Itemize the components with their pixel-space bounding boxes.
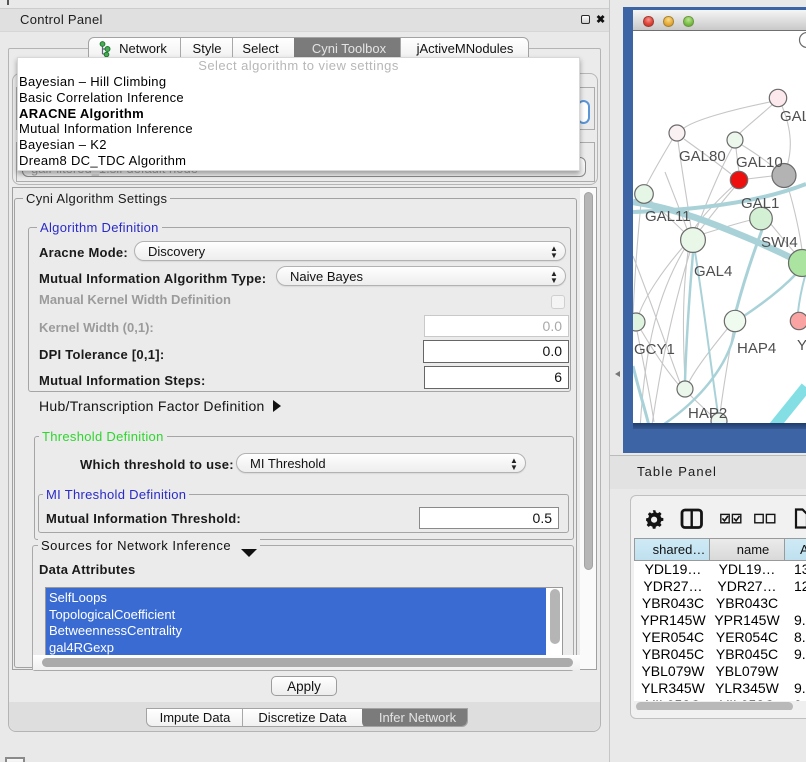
svg-text:GAL7: GAL7 [780,108,806,125]
svg-text:HAP4: HAP4 [737,340,776,357]
svg-text:SWI4: SWI4 [761,234,798,251]
svg-text:GAL11: GAL11 [645,208,691,225]
svg-text:GAL10: GAL10 [736,154,783,171]
svg-text:GAL4: GAL4 [694,263,732,280]
svg-text:GCY1: GCY1 [634,341,675,358]
svg-text:GAL1: GAL1 [741,195,779,212]
svg-text:HAP2: HAP2 [688,405,727,422]
svg-text:GAL80: GAL80 [679,148,726,165]
svg-text:Y: Y [797,337,806,354]
